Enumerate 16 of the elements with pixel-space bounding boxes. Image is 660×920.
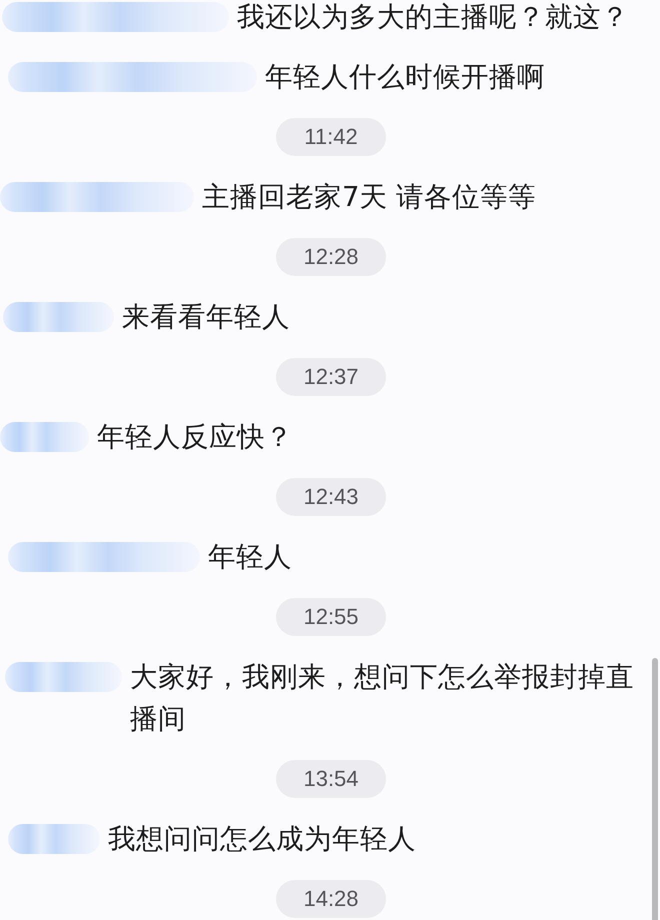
message-text: 年轻人 (208, 540, 292, 575)
message-text: 年轻人什么时候开播啊 (265, 60, 545, 95)
message-text: 来看看年轻人 (122, 300, 290, 335)
message-text: 年轻人反应快？ (97, 420, 293, 455)
message-text: 我还以为多大的主播呢？就这？ (237, 0, 629, 35)
timestamp: 12:43 (276, 478, 386, 516)
timestamp: 12:55 (276, 598, 386, 636)
timestamp: 12:37 (276, 358, 386, 396)
timestamp: 13:54 (276, 760, 386, 798)
timestamp: 12:28 (276, 238, 386, 276)
message-text: 主播回老家7天 请各位等等 (202, 180, 536, 215)
timestamp: 14:28 (276, 880, 386, 918)
message-text: 大家好，我刚来，想问下怎么举报封掉直播间 (130, 660, 635, 737)
scrollbar-thumb[interactable] (652, 658, 658, 920)
message-text: 我想问问怎么成为年轻人 (108, 822, 416, 857)
timestamp: 11:42 (276, 118, 386, 156)
